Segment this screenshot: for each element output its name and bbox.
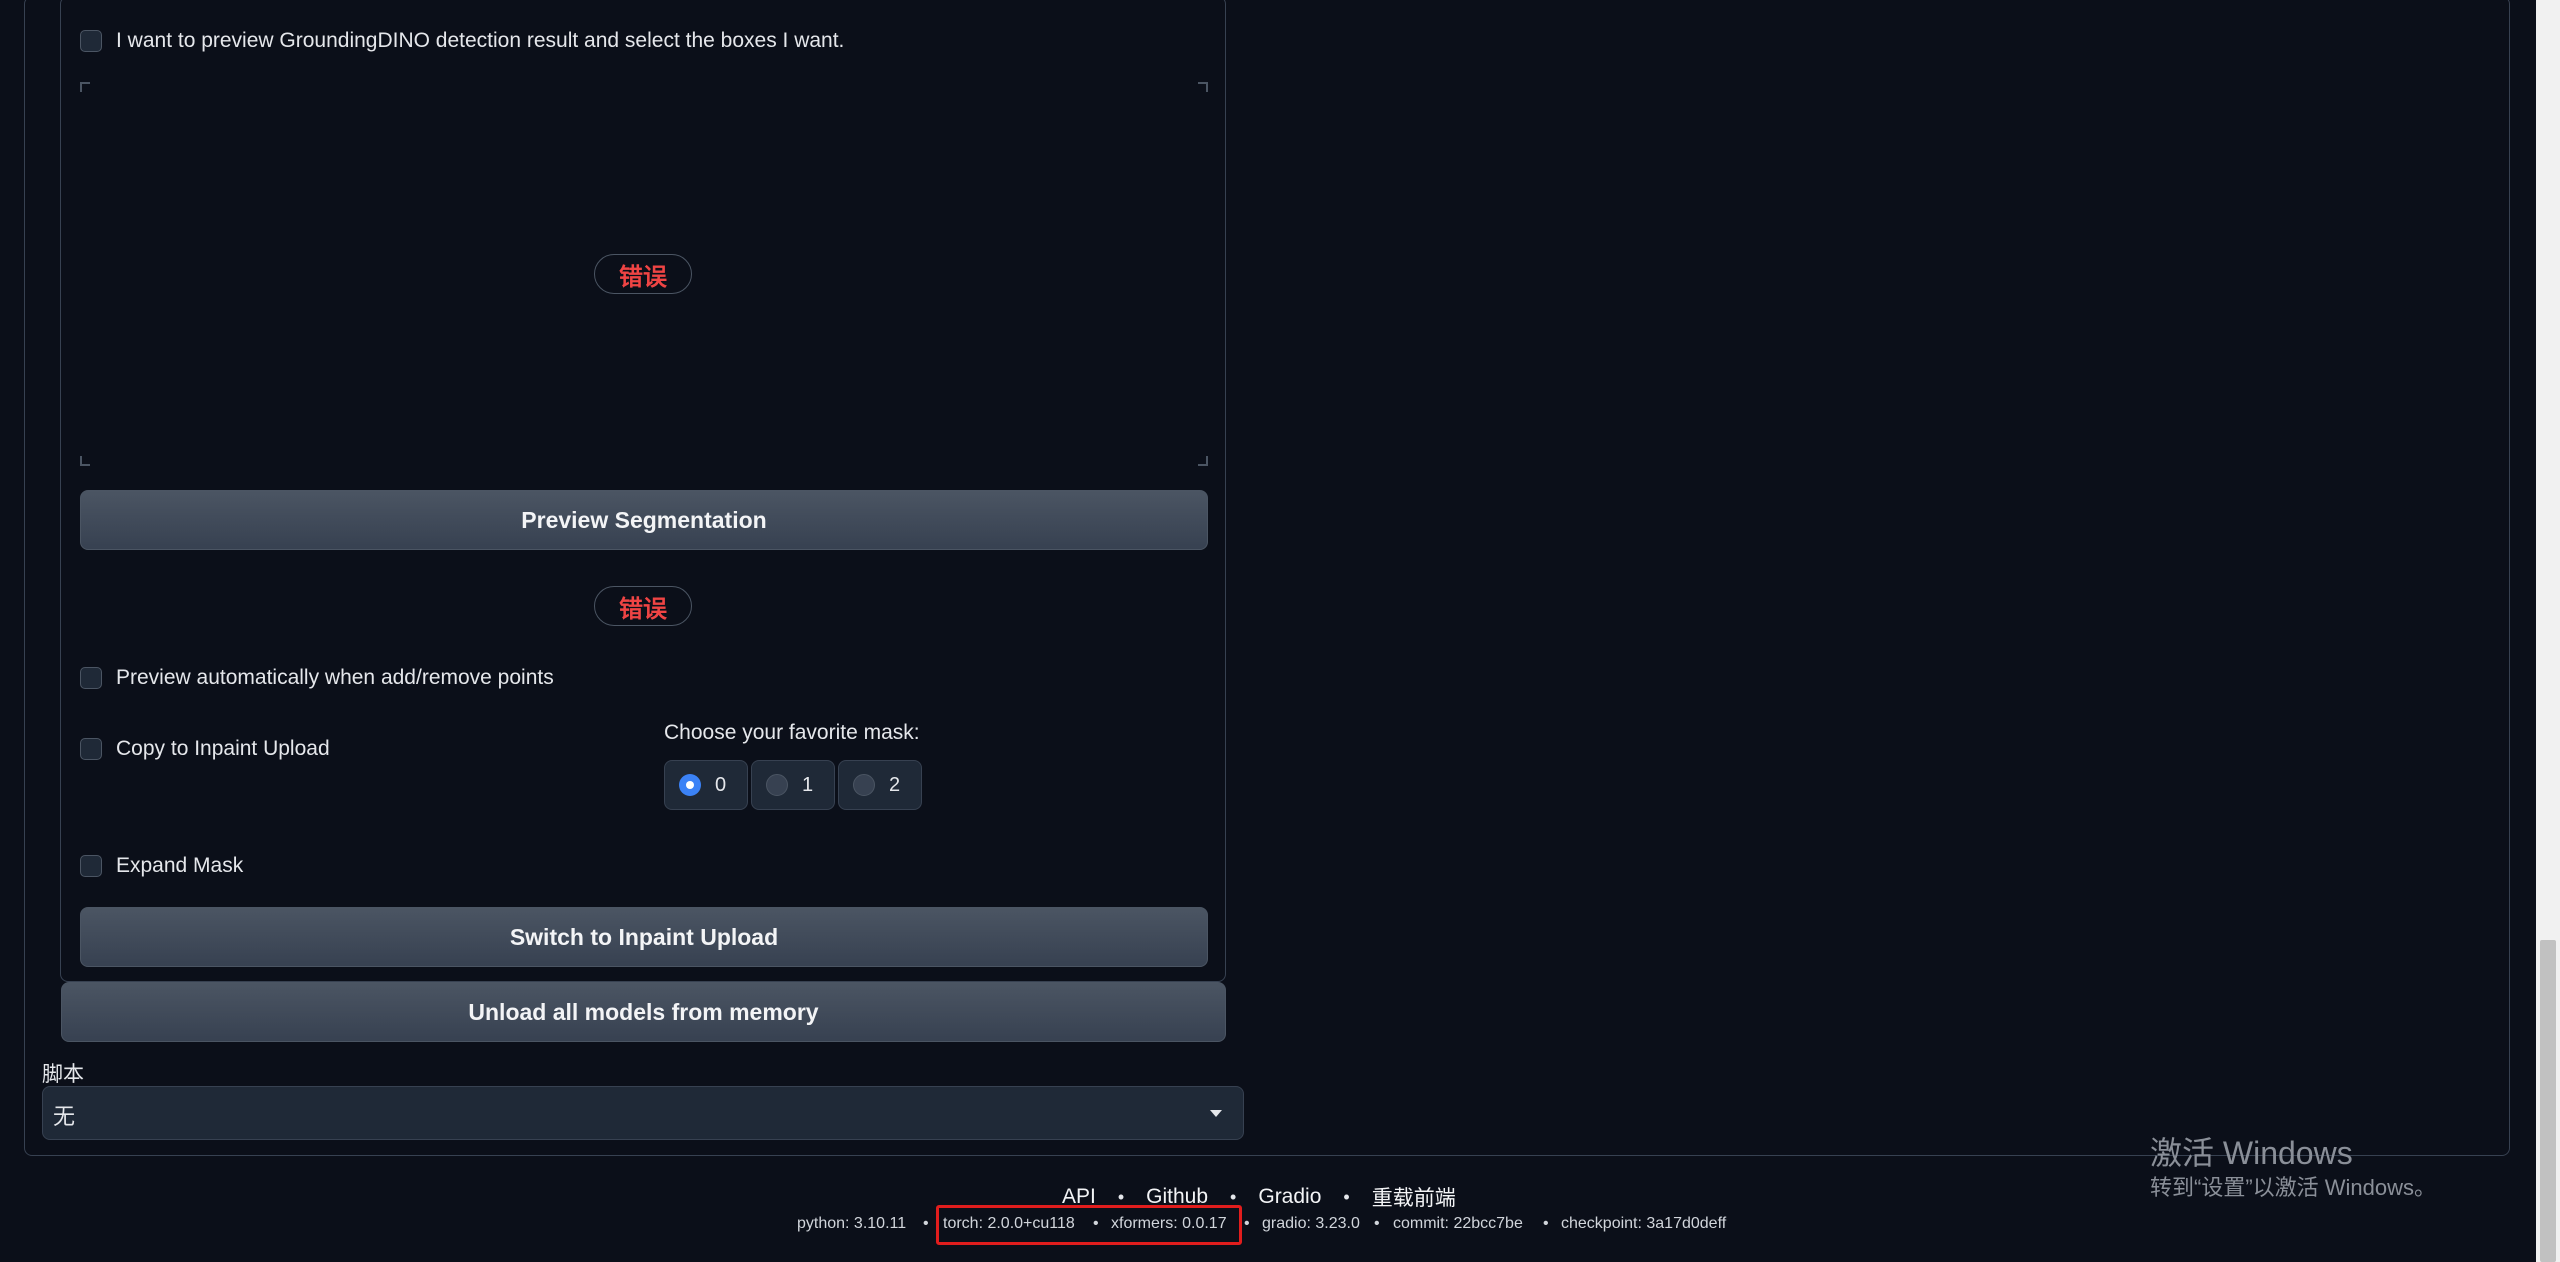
preview-dino-checkbox[interactable] — [80, 30, 102, 52]
radio-unchecked-icon — [766, 774, 788, 796]
checkpoint-hash: checkpoint: 3a17d0deff — [1561, 1215, 1727, 1232]
footer-separator: • — [1343, 1186, 1350, 1207]
footer-separator: • — [1374, 1215, 1380, 1232]
segmentation-error-badge: 错误 — [594, 586, 692, 626]
preview-dino-label: I want to preview GroundingDINO detectio… — [116, 29, 845, 52]
gradio-version: gradio: 3.23.0 — [1262, 1215, 1360, 1232]
footer-link-reload-ui[interactable]: 重载前端 — [1372, 1182, 1456, 1212]
auto-preview-checkbox[interactable] — [80, 667, 102, 689]
mask-option-label: 0 — [715, 773, 727, 796]
mask-option-0[interactable]: 0 — [664, 760, 748, 810]
xformers-version: xformers: 0.0.17 — [1111, 1215, 1227, 1232]
detection-error-badge: 错误 — [594, 254, 692, 294]
radio-checked-icon — [679, 774, 701, 796]
chevron-down-icon — [1210, 1110, 1222, 1117]
mask-option-1[interactable]: 1 — [751, 760, 835, 810]
script-dropdown[interactable]: 无 — [42, 1086, 1244, 1140]
mask-option-2[interactable]: 2 — [838, 760, 922, 810]
expand-mask-checkbox[interactable] — [80, 855, 102, 877]
copy-inpaint-checkbox[interactable] — [80, 738, 102, 760]
mask-option-label: 1 — [802, 773, 814, 796]
switch-inpaint-button[interactable]: Switch to Inpaint Upload — [80, 907, 1208, 967]
script-value: 无 — [53, 1104, 76, 1129]
python-version: python: 3.10.11 — [797, 1215, 907, 1232]
script-label: 脚本 — [42, 1063, 84, 1086]
footer-separator: • — [1244, 1215, 1250, 1232]
footer-separator: • — [1543, 1215, 1549, 1232]
footer-separator: • — [1093, 1215, 1099, 1232]
mask-option-label: 2 — [889, 773, 901, 796]
scrollbar-thumb[interactable] — [2540, 940, 2556, 1262]
copy-inpaint-label: Copy to Inpaint Upload — [116, 737, 330, 760]
unload-models-button[interactable]: Unload all models from memory — [61, 982, 1226, 1042]
footer-link-gradio[interactable]: Gradio — [1258, 1185, 1321, 1209]
radio-unchecked-icon — [853, 774, 875, 796]
expand-mask-label: Expand Mask — [116, 854, 244, 877]
auto-preview-label: Preview automatically when add/remove po… — [116, 666, 554, 689]
footer-separator: • — [923, 1215, 929, 1232]
torch-version: torch: 2.0.0+cu118 — [943, 1215, 1075, 1232]
windows-activation-subtitle: 转到“设置”以激活 Windows。 — [2150, 1175, 2437, 1200]
windows-activation-title: 激活 Windows — [2150, 1135, 2353, 1171]
mask-choice-label: Choose your favorite mask: — [664, 721, 920, 744]
preview-segmentation-button[interactable]: Preview Segmentation — [80, 490, 1208, 550]
commit-hash: commit: 22bcc7be — [1393, 1215, 1523, 1232]
